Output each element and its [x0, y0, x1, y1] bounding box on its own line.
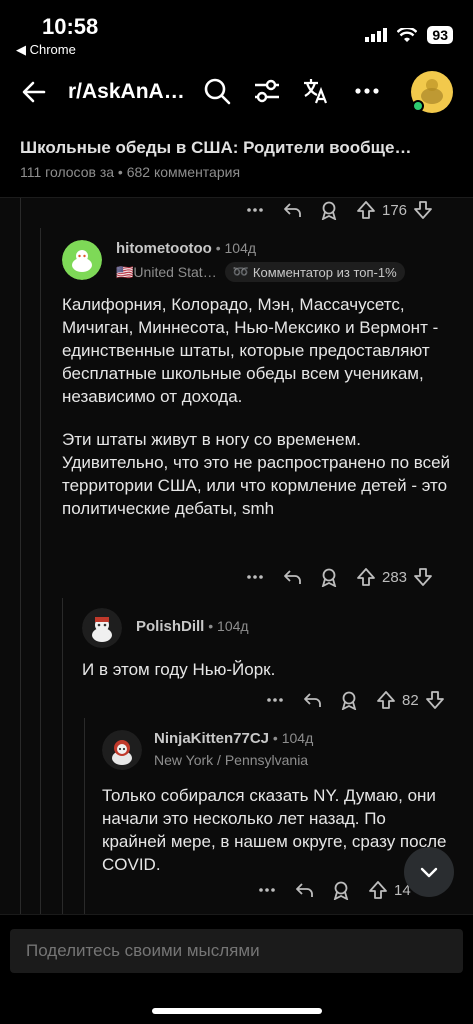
reply-icon[interactable]	[282, 201, 302, 219]
comment-body: Только собирался сказать NY. Думаю, они …	[102, 786, 447, 874]
wifi-icon	[397, 27, 418, 42]
vote-control: 14	[368, 880, 411, 900]
battery-indicator: 93	[427, 26, 453, 44]
thread-line[interactable]	[84, 718, 85, 914]
downvote-icon[interactable]	[413, 567, 433, 587]
award-icon[interactable]	[340, 690, 358, 710]
reply-icon[interactable]	[302, 691, 322, 709]
chevron-down-icon	[420, 867, 438, 878]
username[interactable]: hitometootoo	[116, 240, 212, 257]
user-location: 🇺🇸United Stat…	[116, 263, 217, 280]
comment-body: Калифорния, Колорадо, Мэн, Массачусетс, …	[62, 293, 452, 520]
comment-header: PolishDill • 104д	[82, 608, 249, 648]
flair-text: Комментатор из топ-1%	[252, 264, 397, 280]
vote-count: 82	[402, 691, 419, 709]
vote-control: 283	[356, 567, 433, 587]
flair-badge: ➿ Комментатор из топ-1%	[224, 262, 405, 282]
vote-control: 82	[376, 690, 445, 710]
flair-icon: ➿	[232, 264, 249, 279]
comment-actions: 283	[246, 567, 433, 587]
home-indicator[interactable]	[152, 1008, 322, 1014]
search-icon[interactable]	[202, 76, 232, 106]
post-meta: 111 голосов за • 682 комментария	[20, 164, 241, 180]
upvote-icon[interactable]	[368, 880, 388, 900]
back-to-app-link[interactable]: ◀ Chrome	[16, 42, 76, 58]
user-location: New York / Pennsylvania	[154, 752, 309, 768]
award-icon[interactable]	[332, 880, 350, 900]
comment-age: 104д	[217, 618, 249, 634]
avatar[interactable]	[82, 608, 122, 648]
comment-actions: 82	[266, 690, 445, 710]
more-options-icon[interactable]	[246, 201, 264, 219]
subreddit-title[interactable]: r/AskAnA…	[68, 80, 185, 104]
comment-header: hitometootoo • 104д 🇺🇸United Stat… ➿ Комм…	[62, 240, 405, 282]
comment-age: 104д	[281, 730, 314, 746]
comment-header: NinjaKitten77CJ • 104д New York / Pennsy…	[102, 730, 313, 770]
vote-control: 176	[356, 200, 433, 220]
comment-age: 104д	[224, 240, 257, 256]
comment-actions: 14	[258, 880, 411, 900]
back-arrow-icon[interactable]	[20, 78, 48, 106]
more-options-icon[interactable]	[354, 76, 380, 106]
signal-icon	[365, 28, 388, 42]
filter-sort-icon[interactable]	[252, 76, 282, 106]
upvote-icon[interactable]	[356, 567, 376, 587]
status-indicators: 93	[365, 26, 453, 44]
vote-count: 283	[382, 568, 408, 586]
reply-icon[interactable]	[294, 881, 314, 899]
more-options-icon[interactable]	[258, 881, 276, 899]
comment-input[interactable]	[10, 929, 463, 973]
translate-icon[interactable]	[302, 76, 330, 106]
username[interactable]: NinjaKitten77CJ	[154, 730, 269, 747]
upvote-icon[interactable]	[376, 690, 396, 710]
thread-line[interactable]	[20, 198, 21, 914]
reply-icon[interactable]	[282, 568, 302, 586]
avatar[interactable]	[102, 730, 142, 770]
username[interactable]: PolishDill	[136, 618, 204, 635]
award-icon[interactable]	[320, 567, 338, 587]
award-icon[interactable]	[320, 200, 338, 220]
app-header: r/AskAnA…	[0, 64, 473, 120]
thread-line[interactable]	[62, 598, 63, 914]
comment-composer-bar	[0, 914, 473, 1024]
more-options-icon[interactable]	[246, 568, 264, 586]
post-title[interactable]: Школьные обеды в США: Родители вообще…	[20, 138, 453, 158]
upvote-icon[interactable]	[356, 200, 376, 220]
parent-comment-actions: 176	[246, 200, 433, 220]
comment-paragraph: Эти штаты живут в ногу со временем. Удив…	[62, 430, 451, 518]
user-avatar[interactable]	[410, 70, 454, 114]
post-header[interactable]: Школьные обеды в США: Родители вообще… 1…	[0, 120, 473, 198]
downvote-icon[interactable]	[413, 200, 433, 220]
scroll-down-button[interactable]	[404, 847, 454, 897]
thread-line[interactable]	[40, 228, 41, 914]
vote-count: 176	[382, 201, 408, 219]
comment-thread: 176 hitometootoo • 104д 🇺🇸United Stat… ➿…	[0, 198, 473, 914]
avatar[interactable]	[62, 240, 102, 280]
more-options-icon[interactable]	[266, 691, 284, 709]
downvote-icon[interactable]	[425, 690, 445, 710]
comment-body: И в этом году Нью-Йорк.	[82, 660, 276, 679]
status-time: 10:58	[42, 14, 99, 39]
comment-paragraph: Калифорния, Колорадо, Мэн, Массачусетс, …	[62, 295, 439, 406]
status-bar: 10:58 ◀ Chrome 93	[0, 0, 473, 64]
